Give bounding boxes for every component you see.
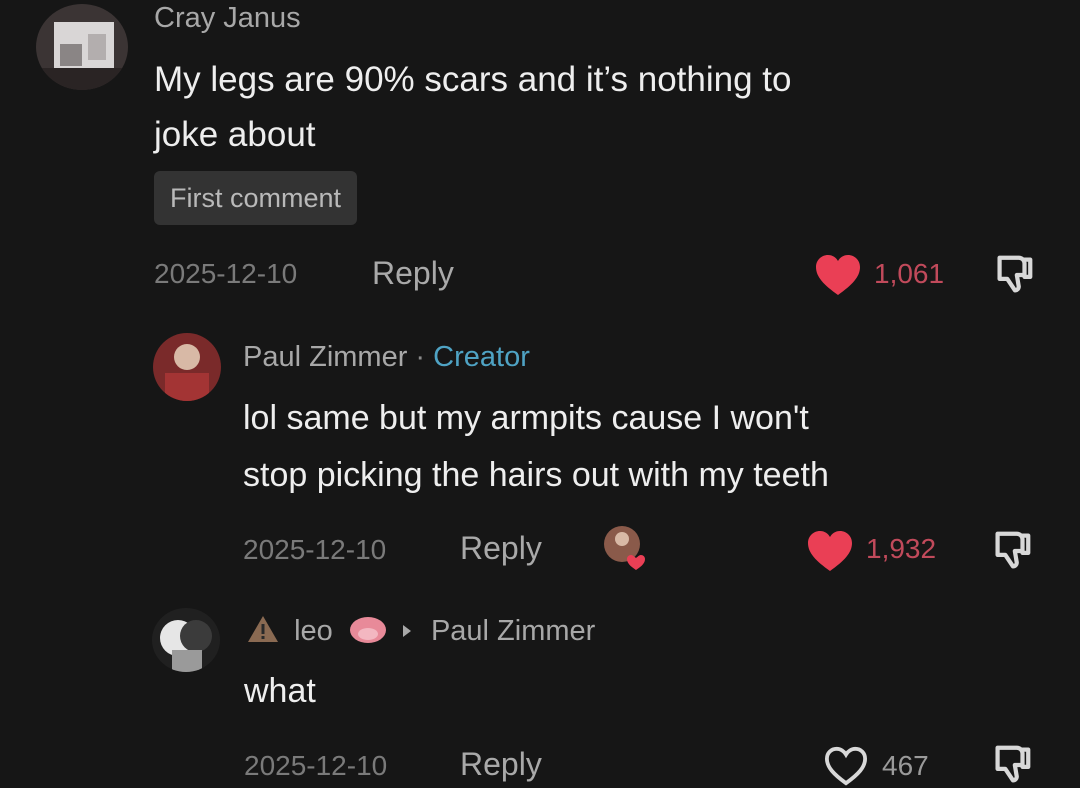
avatar[interactable] (153, 333, 221, 401)
reply-author[interactable]: leo (294, 615, 333, 647)
thumbs-down-icon[interactable] (990, 252, 1036, 298)
creator-avatar-icon (604, 526, 645, 570)
comment-text-line: My legs are 90% scars and it’s nothing t… (154, 60, 792, 99)
heart-icon[interactable] (813, 253, 863, 297)
reply-text-line: what (244, 672, 316, 710)
avatar[interactable] (152, 608, 220, 672)
separator: · (415, 341, 426, 373)
reply-text-line: stop picking the hairs out with my teeth (243, 456, 829, 494)
avatar[interactable] (36, 4, 128, 90)
like-count: 467 (882, 750, 929, 781)
caret-right-icon (401, 614, 413, 647)
comment-date: 2025-12-10 (154, 258, 298, 289)
comment-text-line: joke about (154, 115, 316, 154)
reply-text-line: lol same but my armpits cause I won't (243, 399, 809, 437)
comment-date: 2025-12-10 (243, 534, 387, 565)
thumbs-down-icon[interactable] (988, 742, 1034, 788)
reply-author[interactable]: Paul Zimmer (243, 341, 407, 373)
comment-date: 2025-12-10 (244, 750, 388, 781)
like-count: 1,932 (866, 533, 937, 564)
first-comment-badge: First comment (154, 171, 358, 225)
like-count: 1,061 (874, 258, 945, 289)
heart-icon[interactable] (805, 529, 855, 573)
creator-label: Creator (433, 341, 530, 373)
emoji-icon (349, 616, 387, 652)
heart-icon[interactable] (822, 745, 870, 787)
creator-liked-indicator (600, 522, 652, 574)
reply-button[interactable]: Reply (460, 530, 542, 567)
comment-author[interactable]: Cray Janus (154, 2, 301, 35)
reply-author-line: Paul Zimmer · Creator (243, 341, 530, 374)
reply-button[interactable]: Reply (460, 746, 542, 783)
warning-icon (246, 614, 280, 652)
reply-author-line: leo Paul Zimmer (246, 614, 595, 652)
reply-button[interactable]: Reply (372, 255, 454, 292)
thumbs-down-icon[interactable] (988, 528, 1034, 574)
reply-to-user[interactable]: Paul Zimmer (431, 615, 595, 647)
